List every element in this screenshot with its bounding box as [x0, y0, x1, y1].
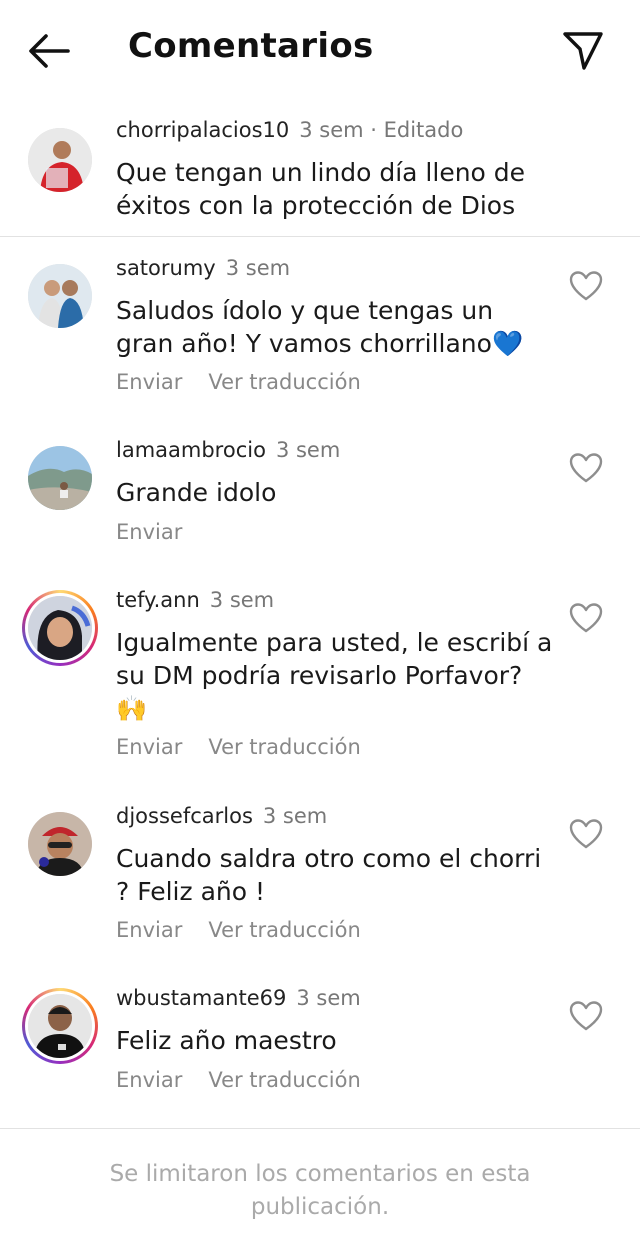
comment-text: Cuando saldra otro como el chorri ? Feli…: [116, 844, 542, 906]
caption-username[interactable]: chorripalacios10: [116, 118, 289, 142]
comment-actions: Enviar Ver traducción: [116, 918, 361, 942]
heart-icon: [569, 603, 603, 633]
translate-button[interactable]: Ver traducción: [208, 370, 360, 394]
comment-text: Igualmente para usted, le escribí a su D…: [116, 628, 553, 723]
reply-button[interactable]: Enviar: [116, 370, 182, 394]
avatar-photo: [28, 128, 92, 192]
caption-time: 3 sem · Editado: [299, 118, 464, 142]
reply-button[interactable]: Enviar: [116, 735, 182, 759]
share-button[interactable]: [560, 28, 606, 72]
comment-username[interactable]: tefy.ann: [116, 588, 200, 612]
comment-meta: satorumy 3 sem: [116, 256, 290, 280]
comment-time: 3 sem: [262, 804, 328, 828]
translate-button[interactable]: Ver traducción: [208, 1068, 360, 1092]
comment-username[interactable]: satorumy: [116, 256, 216, 280]
reply-button[interactable]: Enviar: [116, 1068, 182, 1092]
comment-meta: tefy.ann 3 sem: [116, 588, 274, 612]
top-bar: Comentarios: [0, 0, 640, 100]
comment-actions: Enviar Ver traducción: [116, 1068, 361, 1092]
like-button[interactable]: [568, 1000, 604, 1032]
caption-meta: chorripalacios10 3 sem · Editado: [116, 118, 463, 142]
avatar[interactable]: [28, 264, 92, 328]
caption-text: Que tengan un lindo día lleno de éxitos …: [116, 158, 526, 220]
translate-button[interactable]: Ver traducción: [208, 735, 360, 759]
avatar-photo: [28, 264, 92, 328]
back-button[interactable]: [26, 30, 72, 72]
avatar[interactable]: [28, 446, 92, 510]
heart-icon: [569, 271, 603, 301]
comment-actions: Enviar Ver traducción: [116, 735, 361, 759]
comment-time: 3 sem: [225, 256, 291, 280]
arrow-left-icon: [29, 34, 70, 68]
like-button[interactable]: [568, 818, 604, 850]
comment-time: 3 sem: [296, 986, 361, 1010]
paper-plane-icon: [563, 32, 603, 70]
story-ring[interactable]: [22, 590, 98, 666]
comment-text: Grande idolo: [116, 478, 277, 507]
reply-button[interactable]: Enviar: [116, 520, 182, 544]
comment-meta: lamaambrocio 3 sem: [116, 438, 340, 462]
avatar-photo: [28, 446, 92, 510]
comment-actions: Enviar: [116, 520, 182, 544]
page-title: Comentarios: [128, 26, 374, 66]
footer-divider: [0, 1128, 640, 1129]
like-button[interactable]: [568, 270, 604, 302]
story-ring[interactable]: [22, 988, 98, 1064]
comments-limited-notice: Se limitaron los comentarios en esta pub…: [109, 1161, 531, 1220]
comment-text: Saludos ídolo y que tengas un gran año! …: [116, 296, 524, 358]
like-button[interactable]: [568, 602, 604, 634]
avatar: [28, 596, 92, 660]
avatar: [28, 994, 92, 1058]
like-button[interactable]: [568, 452, 604, 484]
translate-button[interactable]: Ver traducción: [208, 918, 360, 942]
comment-username[interactable]: wbustamante69: [116, 986, 286, 1010]
comment-meta: wbustamante69 3 sem: [116, 986, 361, 1010]
comment-time: 3 sem: [209, 588, 275, 612]
comment-username[interactable]: lamaambrocio: [116, 438, 266, 462]
avatar-photo: [28, 596, 92, 660]
comment-text: Feliz año maestro: [116, 1026, 337, 1055]
heart-icon: [569, 819, 603, 849]
avatar[interactable]: [28, 128, 92, 192]
comment-username[interactable]: djossefcarlos: [116, 804, 253, 828]
avatar[interactable]: [28, 812, 92, 876]
comment-time: 3 sem: [275, 438, 341, 462]
heart-icon: [569, 453, 603, 483]
reply-button[interactable]: Enviar: [116, 918, 182, 942]
heart-icon: [569, 1001, 603, 1031]
avatar-photo: [28, 812, 92, 876]
post-caption: chorripalacios10 3 sem · Editado Que teng…: [0, 108, 640, 237]
comment-meta: djossefcarlos 3 sem: [116, 804, 327, 828]
avatar-photo: [28, 994, 92, 1058]
comment-actions: Enviar Ver traducción: [116, 370, 361, 394]
